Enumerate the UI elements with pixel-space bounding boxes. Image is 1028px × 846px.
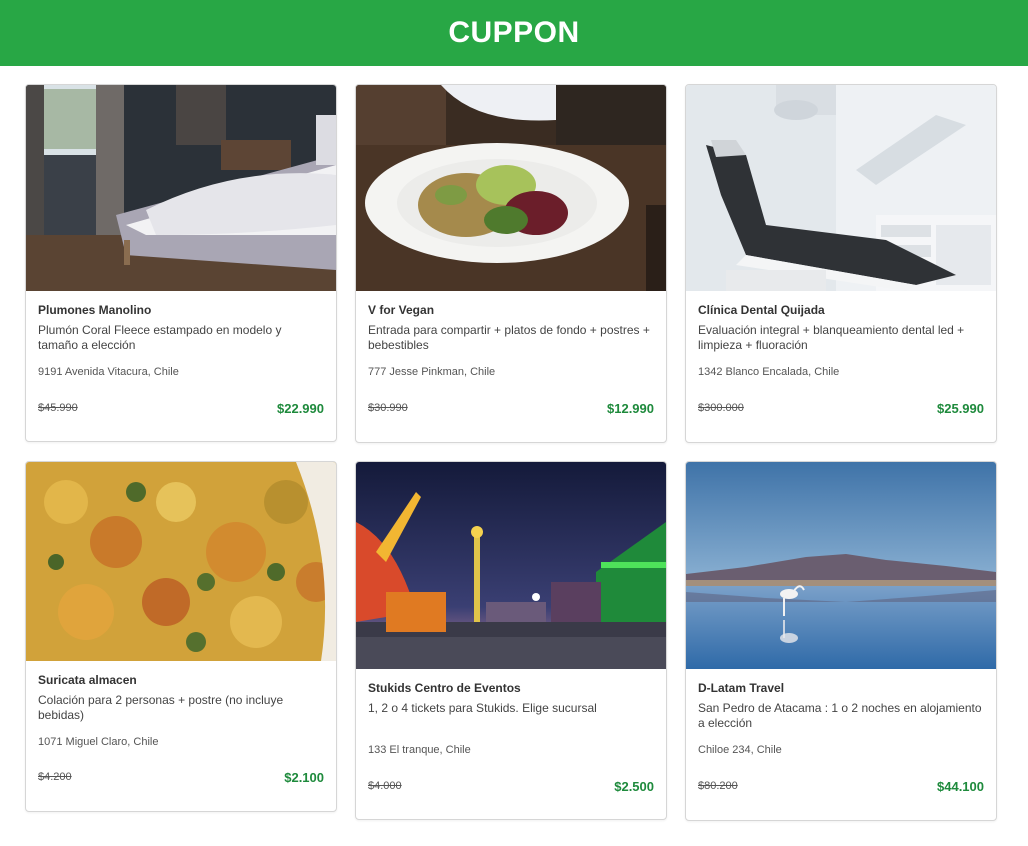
- discount-price: $2.100: [284, 770, 324, 785]
- brand-logo[interactable]: CUPPON: [448, 16, 579, 50]
- original-price: $4.000: [368, 780, 402, 792]
- deal-title[interactable]: D-Latam Travel: [698, 681, 984, 695]
- discount-price: $12.990: [607, 401, 654, 416]
- deal-address: Chiloe 234, Chile: [698, 744, 782, 756]
- deal-description: San Pedro de Atacama : 1 o 2 noches en a…: [698, 701, 982, 730]
- deal-card[interactable]: V for Vegan Entrada para compartir + pla…: [355, 84, 667, 443]
- deal-description: Entrada para compartir + platos de fondo…: [368, 323, 650, 352]
- deal-card[interactable]: Suricata almacen Colación para 2 persona…: [25, 461, 337, 812]
- deal-description: 1, 2 o 4 tickets para Stukids. Elige suc…: [368, 701, 597, 715]
- deal-description: Plumón Coral Fleece estampado en modelo …: [38, 323, 282, 352]
- original-price: $80.200: [698, 780, 738, 792]
- deal-title[interactable]: Clínica Dental Quijada: [698, 303, 984, 317]
- deal-address: 1071 Miguel Claro, Chile: [38, 736, 159, 748]
- deal-title[interactable]: V for Vegan: [368, 303, 654, 317]
- original-price: $30.990: [368, 402, 408, 414]
- deal-card[interactable]: Stukids Centro de Eventos 1, 2 o 4 ticke…: [355, 461, 667, 820]
- deal-image-bedroom[interactable]: [26, 85, 336, 291]
- top-header: CUPPON: [0, 0, 1028, 66]
- deal-card[interactable]: Clínica Dental Quijada Evaluación integr…: [685, 84, 997, 443]
- deal-card[interactable]: Plumones Manolino Plumón Coral Fleece es…: [25, 84, 337, 442]
- deal-image-vegan[interactable]: [356, 85, 666, 291]
- deal-image-amusement-park[interactable]: [356, 462, 666, 669]
- deal-title[interactable]: Suricata almacen: [38, 673, 324, 687]
- deal-address: 9191 Avenida Vitacura, Chile: [38, 366, 179, 378]
- deal-address: 133 El tranque, Chile: [368, 744, 471, 756]
- discount-price: $44.100: [937, 779, 984, 794]
- original-price: $45.990: [38, 402, 78, 414]
- discount-price: $2.500: [614, 779, 654, 794]
- deal-address: 777 Jesse Pinkman, Chile: [368, 366, 496, 378]
- deal-description: Evaluación integral + blanqueamiento den…: [698, 323, 965, 352]
- deal-title[interactable]: Plumones Manolino: [38, 303, 324, 317]
- deal-title[interactable]: Stukids Centro de Eventos: [368, 681, 654, 695]
- deal-card[interactable]: D-Latam Travel San Pedro de Atacama : 1 …: [685, 461, 997, 821]
- original-price: $300.000: [698, 402, 744, 414]
- deal-address: 1342 Blanco Encalada, Chile: [698, 366, 840, 378]
- deal-description: Colación para 2 personas + postre (no in…: [38, 693, 284, 722]
- discount-price: $22.990: [277, 401, 324, 416]
- deal-image-dental[interactable]: [686, 85, 996, 291]
- original-price: $4.200: [38, 771, 72, 783]
- deal-image-flamingo[interactable]: [686, 462, 996, 669]
- deal-image-food[interactable]: [26, 462, 336, 661]
- discount-price: $25.990: [937, 401, 984, 416]
